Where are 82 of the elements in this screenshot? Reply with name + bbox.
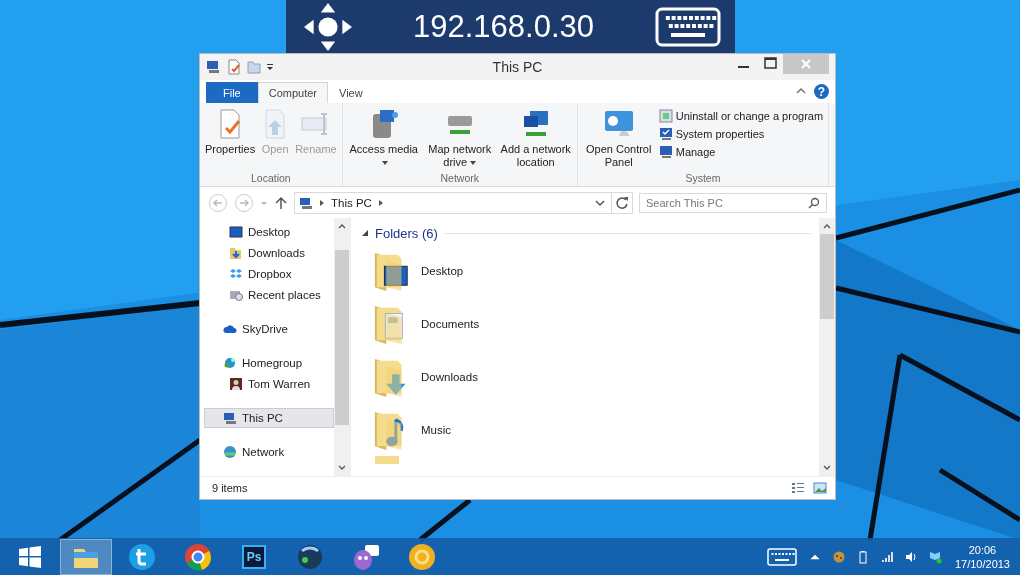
breadcrumb[interactable]: This PC — [331, 196, 372, 209]
keyboard-icon[interactable] — [766, 547, 797, 566]
scroll-up-icon[interactable] — [338, 222, 346, 230]
chevron-icon[interactable] — [318, 198, 326, 207]
expand-icon[interactable] — [361, 229, 369, 237]
details-view-icon[interactable] — [791, 481, 805, 495]
item-count: 9 items — [212, 482, 248, 494]
chevron-icon[interactable] — [376, 198, 385, 207]
recent-places-icon — [229, 288, 243, 302]
boxes-icon — [229, 267, 243, 281]
globe-icon — [223, 356, 237, 370]
scroll-up-icon[interactable] — [823, 222, 831, 230]
avatar-icon — [229, 377, 243, 391]
nav-item[interactable]: Downloads — [204, 243, 334, 263]
dropdown-icon[interactable] — [595, 197, 605, 208]
ribbon-button[interactable]: Access media — [345, 106, 422, 171]
help-button[interactable]: ? — [814, 84, 829, 99]
monitor-check-icon — [658, 127, 673, 141]
ribbon-tab[interactable]: File — [206, 82, 258, 103]
flag-icon[interactable] — [927, 549, 942, 564]
search-icon[interactable] — [808, 196, 820, 209]
nav-item[interactable]: SkyDrive — [204, 319, 334, 339]
move-icon[interactable] — [304, 2, 352, 51]
clock-date[interactable]: 17/10/2013 — [954, 556, 1010, 571]
collapse-icon[interactable] — [796, 86, 806, 96]
ribbon-link[interactable]: Manage — [656, 144, 826, 160]
folder-name[interactable]: Music — [421, 423, 452, 436]
scroll-down-icon[interactable] — [338, 464, 346, 472]
folder-name[interactable]: Downloads — [421, 370, 478, 383]
computer-icon — [223, 411, 237, 425]
computer-icon — [299, 195, 313, 210]
scroll-down-icon[interactable] — [823, 464, 831, 472]
taskbar-button[interactable]: Ps — [228, 538, 280, 575]
window-title: This PC — [491, 59, 544, 75]
signal-icon[interactable] — [879, 549, 894, 564]
nav-item[interactable]: Network — [204, 442, 334, 462]
folder-name[interactable]: Desktop — [421, 264, 464, 277]
search-field[interactable]: Search This PC — [639, 192, 827, 213]
ribbon-button[interactable]: Add a network location — [497, 106, 574, 171]
up-icon[interactable] — [274, 195, 288, 210]
download-folder-icon — [229, 246, 243, 260]
computer-icon — [658, 145, 673, 159]
ribbon-button[interactable]: Open Control Panel — [580, 106, 657, 171]
ribbon-group-label: Location — [250, 172, 292, 184]
ribbon-link[interactable]: Uninstall or change a program — [656, 108, 826, 124]
computer-icon[interactable] — [206, 59, 222, 75]
scrollbar[interactable] — [819, 218, 835, 476]
nav-item[interactable]: This PC — [204, 408, 334, 428]
folder-name[interactable]: Documents — [421, 317, 480, 330]
ribbon-tab[interactable]: Computer — [257, 82, 329, 103]
nav-item[interactable]: Desktop — [204, 222, 334, 242]
nav-item[interactable]: Dropbox — [204, 264, 334, 284]
app-icon — [296, 542, 324, 571]
browser-icon — [184, 542, 212, 571]
ribbon-button[interactable]: Properties — [203, 106, 258, 158]
ribbon-group-label: System — [684, 172, 722, 184]
keyboard-icon[interactable] — [655, 6, 721, 47]
cloud-icon — [223, 322, 237, 336]
nav-item[interactable]: Recent places — [204, 285, 334, 305]
ip-address: 192.168.0.30 — [412, 8, 595, 45]
thumbnail-view-icon[interactable] — [813, 481, 827, 495]
ribbon-button[interactable]: Map network drive — [421, 106, 498, 171]
cookie-icon[interactable] — [831, 549, 846, 564]
caret-icon[interactable] — [266, 63, 274, 71]
clock-time[interactable]: 20:06 — [968, 542, 997, 557]
nav-item[interactable]: Tom Warren — [204, 374, 334, 394]
app-icon — [128, 542, 156, 571]
chat-icon — [352, 542, 380, 571]
refresh-icon[interactable] — [611, 191, 633, 214]
desktop-icon — [229, 225, 243, 239]
scrollbar[interactable] — [334, 218, 350, 476]
ribbon-tab[interactable]: View — [328, 82, 374, 103]
taskbar-button[interactable] — [60, 538, 112, 575]
ribbon-link[interactable]: System properties — [656, 126, 826, 142]
ribbon-group-label: Network — [439, 172, 480, 184]
circle-icon — [408, 542, 436, 571]
document-check-icon[interactable] — [226, 59, 242, 75]
group-header[interactable]: Folders (6) — [375, 225, 438, 241]
globe-icon — [223, 445, 237, 459]
address-bar[interactable]: This PC — [294, 191, 612, 214]
program-icon — [658, 109, 673, 123]
nav-item[interactable]: Homegroup — [204, 353, 334, 373]
